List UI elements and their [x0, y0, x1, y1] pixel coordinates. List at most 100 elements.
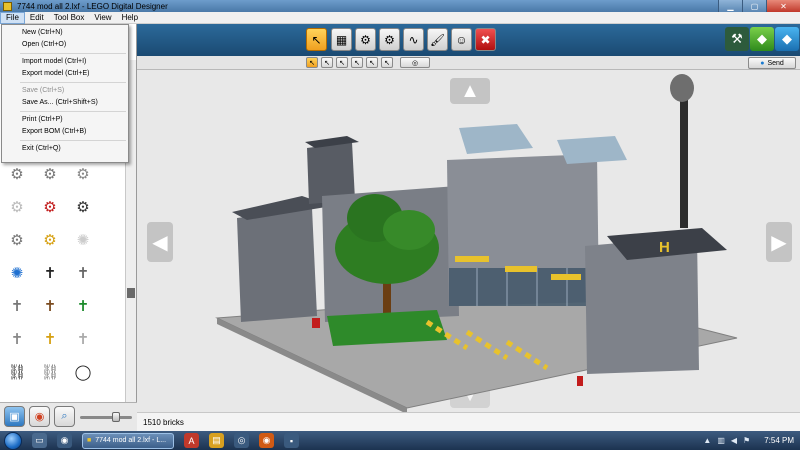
brick-item[interactable]: ⚙ — [6, 230, 28, 250]
menu-separator — [20, 140, 126, 141]
palette-search-button[interactable]: ⌕ — [54, 406, 75, 427]
menu-separator — [20, 53, 126, 54]
select-tool-button[interactable]: ↖ — [306, 28, 327, 51]
yellow-rail — [455, 256, 489, 262]
hide-tool-button[interactable]: ☺ — [451, 28, 472, 51]
volume-icon[interactable]: ◀ — [731, 436, 737, 445]
menu-separator — [20, 111, 126, 112]
clone-tool-icon: ▦ — [335, 32, 348, 47]
maximize-button[interactable]: ▢ — [742, 0, 766, 12]
menu-item-save-as[interactable]: Save As... (Ctrl+Shift+S) — [2, 97, 128, 109]
shape-select-button[interactable]: ↖ — [366, 57, 378, 68]
camera-icon: ◎ — [411, 59, 419, 67]
taskbar-task-lego[interactable]: ■ 7744 mod all 2.lxf - L... — [82, 432, 174, 449]
building-guide-mode-button[interactable]: ◆ — [775, 27, 799, 51]
menu-item-export-model[interactable]: Export model (Ctrl+E) — [2, 68, 128, 80]
brick-item[interactable]: ✝ — [72, 329, 94, 349]
brick-count: 1510 bricks — [143, 418, 184, 427]
delete-tool-button[interactable]: ✖ — [475, 28, 496, 51]
chrome-icon[interactable]: ◎ — [234, 433, 249, 448]
camera-reset-button[interactable]: ◎ — [400, 57, 430, 68]
brick-item[interactable]: ⛓ — [39, 362, 61, 382]
window-title: 7744 mod all 2.lxf - LEGO Digital Design… — [17, 1, 168, 11]
flex-tool-button[interactable]: ∿ — [403, 28, 424, 51]
multi-select-button[interactable]: ↖ — [321, 57, 333, 68]
brick-item[interactable]: ✺ — [72, 230, 94, 250]
palette-zoom-knob[interactable] — [112, 412, 120, 422]
flag-icon[interactable]: ⚑ — [743, 436, 750, 445]
show-desktop-icon[interactable]: ▭ — [32, 433, 47, 448]
menu-item-export-bom[interactable]: Export BOM (Ctrl+B) — [2, 126, 128, 138]
brick-item[interactable]: ⚙ — [39, 164, 61, 184]
paint-tool-button[interactable]: 🖌 — [427, 28, 448, 51]
menu-item-import-model[interactable]: Import model (Ctrl+I) — [2, 56, 128, 68]
menu-help[interactable]: Help — [117, 12, 143, 24]
menu-view[interactable]: View — [89, 12, 116, 24]
palette-zoom-slider[interactable] — [80, 412, 132, 422]
brick-item[interactable]: ⚙ — [72, 197, 94, 217]
menu-edit[interactable]: Edit — [25, 12, 49, 24]
brick-item[interactable]: ✝ — [39, 296, 61, 316]
clone-tool-button[interactable]: ▦ — [331, 28, 352, 51]
menu-item-exit[interactable]: Exit (Ctrl+Q) — [2, 143, 128, 155]
close-button[interactable]: ✕ — [766, 0, 800, 12]
menu-toolbox[interactable]: Tool Box — [49, 12, 90, 24]
brick-item[interactable]: ✺ — [6, 263, 28, 283]
brick-item[interactable]: ✝ — [39, 329, 61, 349]
brick-item[interactable]: ⚙ — [39, 230, 61, 250]
filter-icon: ◉ — [34, 411, 45, 423]
menu-item-open[interactable]: Open (Ctrl+O) — [2, 39, 128, 51]
build-canvas[interactable]: ▲ ◀ ▶ ▼ ↻ H — [137, 70, 800, 412]
start-button[interactable] — [4, 431, 22, 450]
folder-icon[interactable]: ▤ — [209, 433, 224, 448]
connected-select-button[interactable]: ↖ — [336, 57, 348, 68]
tray-expand-icon[interactable]: ▲ — [703, 436, 711, 445]
palette-scroll-thumb[interactable] — [127, 288, 135, 298]
network-icon[interactable]: ▥ — [717, 436, 725, 445]
hinge-align-tool-button[interactable]: ⚙ — [379, 28, 400, 51]
view-mode-icon: ◆ — [757, 31, 767, 46]
brick-item[interactable]: ✝ — [6, 296, 28, 316]
building-guide-mode-icon: ◆ — [782, 31, 792, 46]
left-wing-wall — [237, 208, 317, 322]
brick-item[interactable]: ⚙ — [72, 164, 94, 184]
brick-item[interactable]: ⛓ — [6, 362, 28, 382]
hinge-align-tool-icon: ⚙ — [384, 32, 395, 47]
invert-select-button[interactable]: ↖ — [381, 57, 393, 68]
main-building-roof — [459, 124, 533, 154]
pointer-icon: ↖ — [309, 59, 315, 67]
app-icon-extra[interactable]: ▪ — [284, 433, 299, 448]
palette-filter-button[interactable]: ◉ — [29, 406, 50, 427]
media-player-icon[interactable]: ◉ — [57, 433, 72, 448]
taskbar-clock[interactable]: 7:54 PM — [764, 436, 794, 445]
palette-view-button[interactable]: ▣ — [4, 406, 25, 427]
brick-item[interactable]: ⚙ — [39, 197, 61, 217]
send-button[interactable]: ● Send — [748, 57, 796, 69]
minimize-button[interactable]: ▁ — [718, 0, 742, 12]
brick-item[interactable]: ✝ — [6, 329, 28, 349]
build-mode-icon: ⚒ — [731, 31, 743, 46]
brick-item[interactable]: ✝ — [39, 263, 61, 283]
color-select-button[interactable]: ↖ — [351, 57, 363, 68]
build-mode-button[interactable]: ⚒ — [725, 27, 749, 51]
single-select-button[interactable]: ↖ — [306, 57, 318, 68]
main-building-roof-2 — [557, 136, 627, 164]
main-toolbar: ↖ ▦ ⚙ ⚙ ∿ 🖌 ☺ ✖ ⚒ ◆ ◆ — [130, 24, 800, 56]
view-mode-button[interactable]: ◆ — [750, 27, 774, 51]
brick-item[interactable]: ⚙ — [6, 197, 28, 217]
firefox-icon[interactable]: ◉ — [259, 433, 274, 448]
menu-file[interactable]: File — [0, 11, 25, 24]
pdf-app-icon[interactable]: A — [184, 433, 199, 448]
send-label: Send — [767, 59, 784, 67]
brick-item[interactable]: ◯ — [72, 362, 94, 382]
brick-item[interactable]: ⚙ — [6, 164, 28, 184]
red-detail — [312, 318, 320, 328]
pointer-plus-icon: ↖ — [324, 59, 330, 67]
menu-item-print[interactable]: Print (Ctrl+P) — [2, 114, 128, 126]
hinge-tool-button[interactable]: ⚙ — [355, 28, 376, 51]
file-menu-dropdown: New (Ctrl+N) Open (Ctrl+O) Import model … — [1, 24, 129, 163]
menu-item-new[interactable]: New (Ctrl+N) — [2, 27, 128, 39]
brick-item[interactable]: ✝ — [72, 263, 94, 283]
brick-item[interactable]: ✝ — [72, 296, 94, 316]
title-bar: 7744 mod all 2.lxf - LEGO Digital Design… — [0, 0, 800, 12]
